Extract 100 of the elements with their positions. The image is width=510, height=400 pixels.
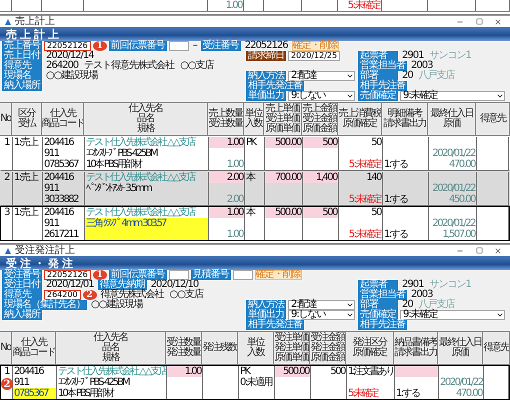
select-field[interactable]: 9:未確定 (400, 91, 505, 101)
table-cell: 2 (1, 172, 13, 183)
table-cell: 1.00 (209, 159, 245, 170)
column-header: 売上金額 (302, 104, 336, 114)
column-header: 単位 (247, 338, 264, 348)
table-cell: 5:未確定 (339, 194, 383, 205)
close-icon[interactable] (494, 246, 502, 254)
table-cell: 470.00 (429, 159, 477, 170)
table-cell: 1,400 (303, 172, 339, 183)
table-cell: 500 (311, 366, 347, 377)
field-value: 2020/12/01 (45, 280, 95, 290)
column-header: 請求書出力 (383, 119, 426, 129)
field-value: 八戸支店 (418, 300, 456, 310)
column-header: 入数 (247, 348, 264, 358)
input-field[interactable] (168, 41, 189, 51)
table-cell: 470.00 (439, 388, 484, 399)
chevron-down-icon (346, 72, 354, 80)
column-header: 原価確定 (352, 348, 386, 358)
status-tag: 確定・削除 (292, 41, 339, 51)
status-tag: 確定・削除 (254, 270, 302, 280)
field-value: 2901 (402, 280, 424, 290)
table-cell: 5:未確定 (339, 229, 383, 240)
chevron-down-icon (496, 92, 504, 100)
table-row[interactable]: 3 1:売上 204416 テスト仕入先株式会社 △△支店 1.00 本 500.00 500 50 911 三角 ｸﾗﾝﾌﾟ 4mm 303.57 2020/01/22 2617211 1.00 5:未確定 1:する 1,507.00 (0, 206, 510, 241)
column-header: 発注数量 (166, 348, 200, 358)
column-header: 原価 (452, 348, 468, 358)
field-value: – (192, 41, 198, 51)
field-label: 請求締日 (246, 51, 286, 61)
column-header: 売上消費税 (338, 109, 381, 119)
field-label: 得意先 (2, 290, 42, 300)
input-field[interactable]: 264200 (44, 290, 81, 300)
field-value: テスト得意先株式会社 (84, 61, 176, 71)
input-field[interactable]: 2020/12/25 (288, 51, 340, 61)
table-cell: 2020/01/22 (439, 377, 484, 388)
field-value: 2901 (402, 51, 424, 61)
column-header: 入数 (245, 119, 262, 129)
table-cell: 10本 PBS用部材 (85, 159, 209, 170)
input-field[interactable] (168, 270, 189, 280)
select-field[interactable]: 2:配達 (288, 71, 355, 81)
table-cell: 140 (339, 172, 383, 183)
field-label: 売上日付 (2, 51, 42, 61)
table-cell: ﾍﾟﾝﾀﾞﾝﾄ ｱﾝｶｰ 3.5mm (85, 183, 209, 194)
column-header: 売上数量 (208, 109, 242, 119)
field-label: 売価確定 (358, 91, 398, 101)
field-label: 相手先発注番 (246, 81, 304, 91)
field-label: 得意先 (2, 61, 42, 71)
table-cell: 1:売上 (13, 137, 43, 148)
table-cell: 50 (339, 207, 383, 218)
field-label: 前回伝票番号 (108, 270, 167, 280)
column-header: 明細備考 (388, 109, 422, 119)
field-label: 売価確定 (358, 310, 398, 320)
step-badge: 2 (82, 290, 97, 300)
maximize-icon[interactable] (476, 247, 482, 254)
select-field[interactable]: 9:しない (288, 310, 355, 320)
column-header: 最終仕入日 (438, 338, 482, 348)
field-label: 相手先注番 (358, 320, 407, 330)
table-cell: 2020/01/22 (429, 183, 477, 194)
table-row[interactable]: 2 1:売上 204416 テスト仕入先株式会社 △△支店 2.00 本 700.00 1,400 140 911 ﾍﾟﾝﾀﾞﾝﾄ ｱﾝｶｰ 3.5mm 2020/01/22 3033882 2.00 5:未確定 1:する 450.00 (0, 171, 510, 206)
column-header: 得意先 (480, 114, 506, 124)
close-icon[interactable] (494, 18, 502, 26)
field-value: サンコン1 (429, 51, 472, 61)
input-field[interactable] (232, 270, 253, 280)
field-label: 単価出力 (246, 310, 286, 320)
table-cell: 1:売上 (13, 172, 43, 183)
window-title: 受注発注計上 (15, 245, 76, 256)
select-field[interactable]: 9:未確定 (400, 310, 505, 320)
table-cell: 0785367 (43, 159, 85, 170)
field-value: 20 (402, 71, 414, 81)
page-heading: 売上計上 (6, 28, 62, 40)
column-header: 発注残数 (202, 343, 236, 353)
input-field[interactable]: 22052126 (44, 41, 91, 51)
table-row[interactable]: 1 1:売上 204416 テスト仕入先株式会社 △△支店 1.00 PK 500.00 500 50 911 ﾕﾆｵﾝ ｽﾘｰﾌﾞ PBS-425BM 2020/01/22 0785367 10本 PBS用部材 1.00 5:未確定 1:する 470.00 (0, 136, 510, 171)
column-header: No (0, 114, 11, 124)
table-cell: 2020/01/22 (429, 148, 477, 159)
column-header: 区分 (18, 109, 35, 119)
column-header: 規格 (102, 353, 119, 363)
input-field[interactable]: 22052126 (44, 270, 91, 280)
field-value: ○○建設現場 (90, 300, 144, 310)
select-field[interactable]: 9:しない (288, 91, 355, 101)
field-label: 現場名 (2, 71, 42, 81)
column-header: 商品コード (12, 348, 55, 358)
column-header: 規格 (137, 124, 154, 134)
table-cell: 5:未確定 (347, 388, 395, 399)
field-value: 2020/12/14 (45, 51, 95, 61)
table-cell: 3 (1, 207, 13, 218)
maximize-icon[interactable] (476, 18, 482, 25)
field-label: 起票者 (358, 280, 398, 290)
field-value: ○○建設現場 (45, 71, 99, 81)
table-cell: 0:未適用 (239, 377, 275, 388)
column-header: 仕入先 (50, 109, 76, 119)
column-header: 品名 (137, 114, 154, 124)
select-field[interactable]: 2:配達 (288, 300, 355, 310)
field-label: 営業担当者 (358, 61, 407, 71)
field-label: 現場名（集計先名） (2, 300, 87, 310)
table-cell: 500.00 (265, 207, 303, 218)
column-header: 最終仕入日 (430, 109, 473, 119)
column-header: 発注単価 (274, 343, 308, 353)
table-cell (395, 366, 439, 377)
table-cell: 204416 (43, 137, 85, 148)
column-header: 仕入先 (20, 338, 46, 348)
